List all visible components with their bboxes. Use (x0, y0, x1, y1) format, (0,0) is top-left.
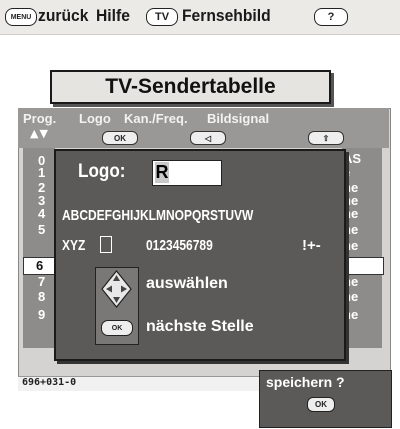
back-label: zurück (38, 6, 89, 25)
table-row[interactable]: 7 (38, 275, 45, 288)
help-key-icon[interactable]: ? (314, 8, 348, 26)
page-title: TV-Sendertabelle (50, 70, 331, 104)
col-header-logo: Logo (79, 111, 111, 126)
selected-row-right (342, 257, 384, 275)
table-row[interactable]: 8 (38, 290, 45, 303)
table-row[interactable]: 9 (38, 308, 45, 321)
help-label: Hilfe (96, 6, 130, 25)
logo-label: Logo: (78, 161, 126, 182)
left-key-icon: ◁ (190, 131, 226, 145)
table-row[interactable]: 5 (38, 223, 45, 236)
sort-arrows-icon: ▲▼ (30, 127, 49, 140)
table-row[interactable]: 4 (38, 207, 45, 220)
col-header-signal: Bildsignal (207, 111, 270, 126)
up-key-icon: ⇧ (308, 131, 344, 145)
alphabet-row[interactable]: ABCDEFGHIJKLMNOPQRSTUVW (62, 207, 253, 224)
tv-picture-label: Fernsehbild (182, 6, 271, 25)
logo-input[interactable]: R (152, 160, 222, 186)
save-label: speichern ? (266, 374, 345, 390)
digit-row[interactable]: 0123456789 (146, 237, 213, 254)
ok-key-icon[interactable]: OK (101, 320, 133, 336)
selected-row-number: 6 (36, 258, 44, 273)
logo-cursor-char: R (155, 162, 169, 183)
selected-row[interactable]: 6 (23, 257, 57, 275)
tv-key-icon[interactable]: TV (146, 8, 178, 26)
status-bar: 696+031-0 (18, 376, 259, 391)
save-ok-button[interactable]: OK (307, 397, 335, 412)
col-header-channel: Kan./Freq. (124, 111, 188, 126)
top-help-bar: MENU zurück Hilfe TV Fernsehbild ? (0, 0, 400, 35)
col-header-prog: Prog. (23, 111, 57, 126)
xyz-chars[interactable]: XYZ (62, 237, 85, 254)
ok-key-icon: OK (102, 131, 138, 145)
symbol-chars[interactable]: !+- (302, 237, 321, 254)
action-next-label: nächste Stelle (146, 318, 254, 335)
action-select-label: auswählen (146, 275, 228, 292)
direction-pad-icon (101, 270, 132, 308)
table-row[interactable]: 1 (38, 166, 45, 179)
status-code: 696+031-0 (22, 377, 77, 388)
menu-key-icon[interactable]: MENU (5, 8, 37, 26)
space-char-box[interactable] (100, 236, 112, 253)
